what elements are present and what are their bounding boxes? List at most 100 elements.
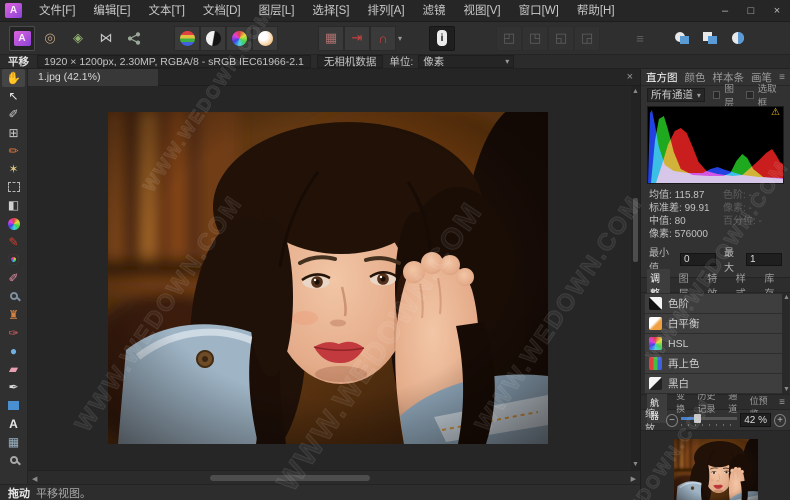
clone-stamp-tool[interactable]: ♜ [0,305,27,323]
channel-select[interactable]: 所有通道 ▾ [647,88,705,102]
horizontal-scroll-thumb[interactable] [210,475,370,481]
tonemap-persona-button[interactable]: ⋈ [93,26,119,51]
crop-tool[interactable]: ⊞ [0,124,27,142]
adjustment-scrollbar[interactable]: ▲ ▼ [782,293,789,394]
boolean-subtract-button[interactable] [697,26,723,51]
gradient-tool[interactable]: ◧ [0,196,27,214]
menu-window[interactable]: 窗口[W] [510,0,568,22]
scroll-down-icon[interactable]: ▼ [632,461,639,468]
assistant-button[interactable]: i [429,26,455,51]
arrange-down-button[interactable]: ◳ [522,26,548,51]
menu-filters[interactable]: 滤镜 [414,0,455,22]
menu-text[interactable]: 文本[T] [139,0,193,22]
marquee-checkbox[interactable] [746,91,754,99]
arrange-up-button[interactable]: ◱ [548,26,574,51]
clipping-warning-icon[interactable]: ⚠ [771,107,780,118]
arrange-back-button[interactable]: ◰ [496,26,522,51]
develop-persona-button[interactable]: ◈ [65,26,91,51]
photo-persona-button[interactable]: A [9,26,35,51]
menu-document[interactable]: 文档[D] [194,0,250,22]
auto-colour-button[interactable] [226,26,252,51]
tab-histogram[interactable]: 直方图 [646,70,678,85]
boolean-divide-button[interactable] [725,26,751,51]
maximize-button[interactable]: □ [738,0,764,22]
adjustment-black-white[interactable]: 黑白 [645,374,782,393]
scroll-up-icon[interactable]: ▲ [632,88,639,95]
selection-brush-tool[interactable]: ✏ [0,142,27,160]
auto-white-balance-button[interactable] [252,26,278,51]
tab-colour[interactable]: 颜色 [685,70,706,85]
menu-view[interactable]: 视图[V] [455,0,510,22]
navigator-preview[interactable]: ◢ [641,430,790,500]
canvas-area[interactable]: ▲ ▼ [28,86,640,470]
menu-arrange[interactable]: 排列[A] [358,0,413,22]
menu-file[interactable]: 文件[F] [30,0,84,22]
color-ring-icon [8,254,19,265]
retouch-tool[interactable] [0,287,27,305]
paint-brush-tool[interactable]: ✎ [0,233,27,251]
stamp-icon: ♜ [8,309,19,321]
scroll-left-icon[interactable]: ◀ [32,475,37,483]
pen-tool[interactable]: ✒ [0,378,27,396]
adjustment-list: 色阶 白平衡 HSL 再上色 黑白 ▲ ▼ [641,293,790,394]
boolean-add-button[interactable] [669,26,695,51]
view-tool[interactable]: ✋ [2,69,25,87]
mesh-warp-tool[interactable]: ▦ [0,433,27,451]
auto-levels-button[interactable] [174,26,200,51]
zoom-slider-thumb[interactable] [694,414,701,423]
flood-select-tool[interactable]: ✶ [0,160,27,178]
snapping-button[interactable]: ∩ [370,26,396,51]
navigator-menu-icon[interactable]: ≡ [779,397,790,408]
vertical-scroll-thumb[interactable] [633,198,638,262]
zoom-out-button[interactable]: − [666,414,678,427]
blur-tool[interactable]: ● [0,342,27,360]
max-input[interactable] [746,253,782,266]
min-input[interactable] [680,253,716,266]
move-tool[interactable]: ↖ [0,87,27,105]
layers-checkbox[interactable] [713,91,721,99]
export-persona-button[interactable] [121,26,147,51]
pixel-tool[interactable]: ✐ [0,269,27,287]
move-whole-pixels-button[interactable]: ⇥ [344,26,370,51]
adjustment-white-balance[interactable]: 白平衡 [645,314,782,333]
adjustment-levels[interactable]: 色阶 [645,294,782,313]
healing-brush-tool[interactable]: ✑ [0,324,27,342]
pixel-grid-button[interactable]: ▦ [318,26,344,51]
menu-edit[interactable]: 编辑[E] [84,0,139,22]
menu-layer[interactable]: 图层[L] [250,0,304,22]
snapping-caret-icon[interactable]: ▾ [398,34,402,43]
alignment-button[interactable]: ≡ [627,26,653,51]
pen-icon: ✒ [8,381,18,393]
document-tab[interactable]: 1.jpg (42.1%) [28,69,158,86]
minimize-button[interactable]: – [712,0,738,22]
horizontal-scrollbar[interactable]: ◀ ▶ [28,470,640,484]
erase-tool[interactable]: ▰ [0,360,27,378]
color-replacement-tool[interactable] [0,251,27,269]
adj-scroll-down-icon[interactable]: ▼ [783,386,790,393]
close-button[interactable]: × [764,0,790,22]
tab-close-icon[interactable]: × [620,71,640,83]
navigator-thumbnail[interactable] [674,439,758,500]
color-picker-tool[interactable]: ✐ [0,105,27,123]
zoom-tool[interactable] [0,451,27,469]
color-sphere-tool[interactable] [0,215,27,233]
text-tool[interactable]: A [0,415,27,433]
auto-contrast-button[interactable] [200,26,226,51]
zoom-in-button[interactable]: + [774,414,786,427]
unit-select[interactable]: 像素 ▾ [418,55,514,68]
zoom-value-field[interactable]: 42 % [740,413,771,427]
liquify-persona-button[interactable]: ◎ [37,26,63,51]
camera-data-label: 无相机数据 [317,55,384,68]
scroll-right-icon[interactable]: ▶ [631,475,636,483]
arrange-front-button[interactable]: ◲ [574,26,600,51]
marquee-tool[interactable] [0,178,27,196]
menu-help[interactable]: 帮助[H] [568,0,624,22]
rectangle-tool[interactable] [0,396,27,414]
adjustment-recolour[interactable]: 再上色 [645,354,782,373]
adj-scroll-up-icon[interactable]: ▲ [783,294,790,301]
share-icon [127,32,141,45]
adjustment-hsl[interactable]: HSL [645,334,782,353]
zoom-slider[interactable] [681,414,737,426]
menu-select[interactable]: 选择[S] [303,0,358,22]
vertical-scrollbar[interactable]: ▲ ▼ [631,86,640,470]
